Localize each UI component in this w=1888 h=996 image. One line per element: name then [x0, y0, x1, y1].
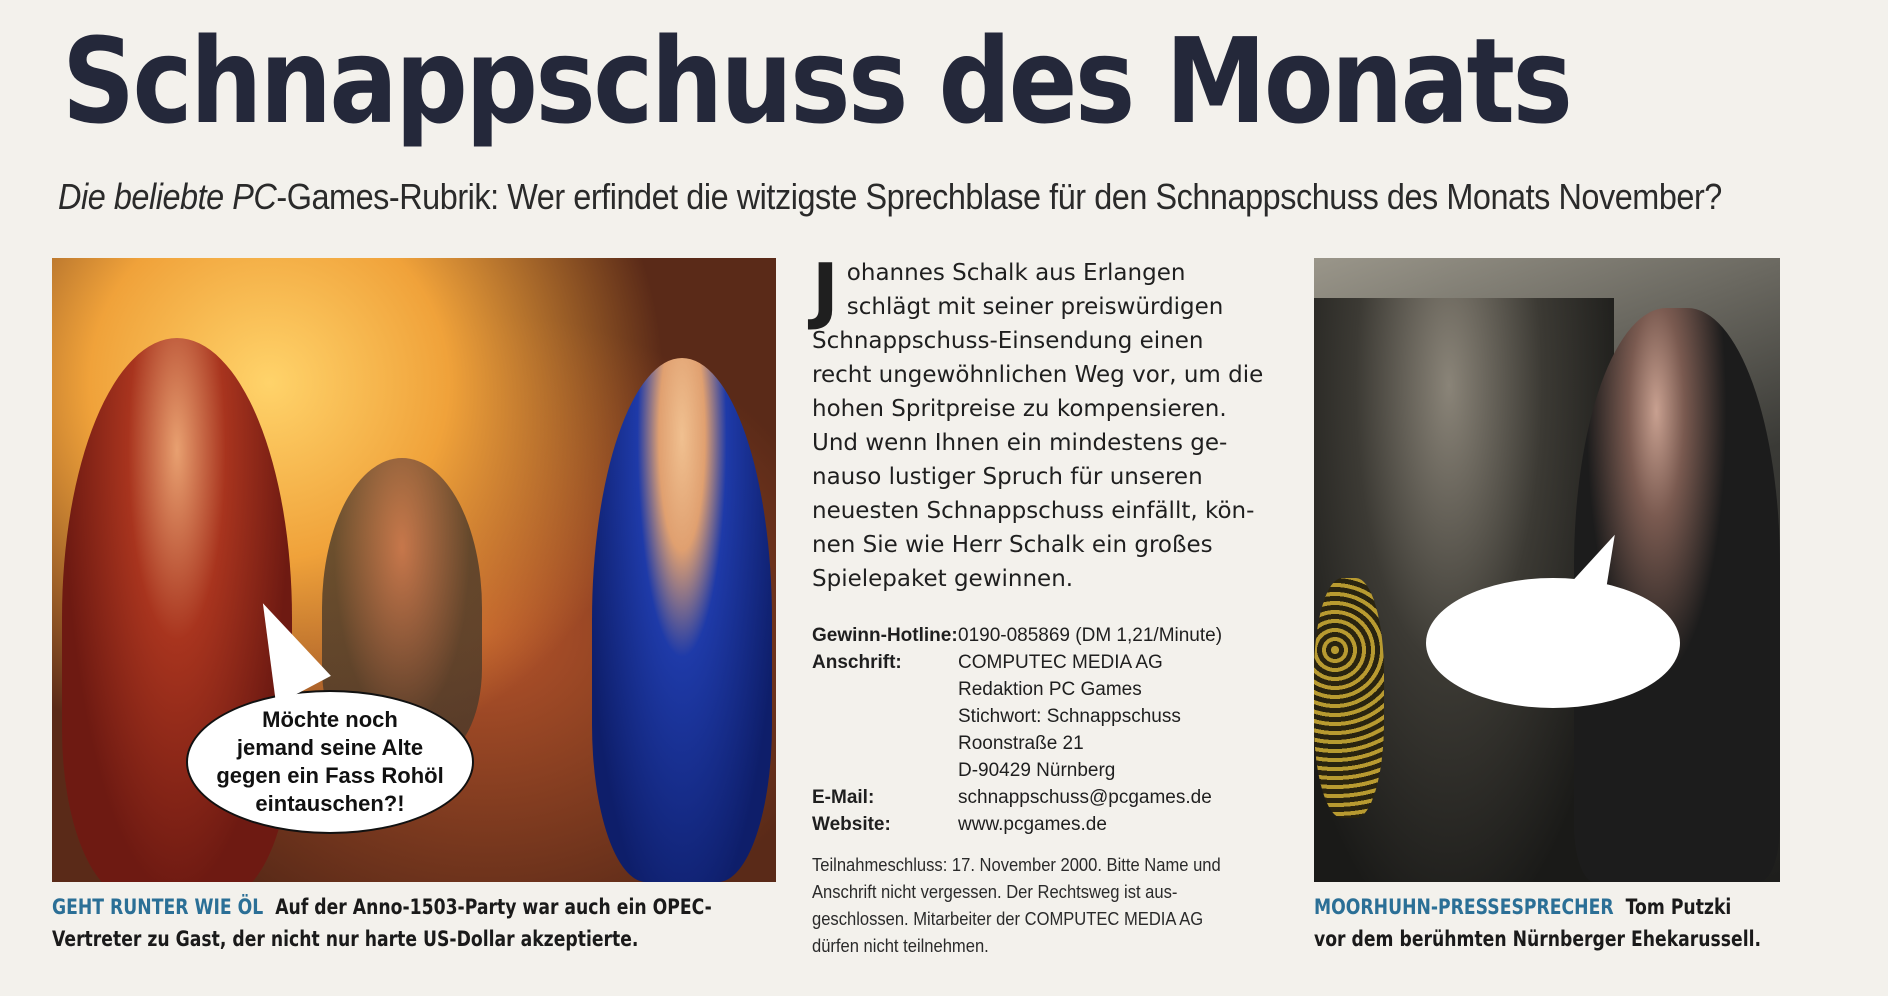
page-title: Schnappschuss des Monats [62, 12, 1573, 150]
address-value: COMPUTEC MEDIA AG Redaktion PC Games Sti… [958, 652, 1181, 781]
website-label: Website: [812, 814, 891, 835]
statue-photo [1314, 258, 1780, 882]
caption-text-right-1: Tom Putzki [1625, 895, 1732, 919]
article-text: ohannes Schalk aus Erlangen schlägt mit … [812, 260, 1264, 592]
speech-bubble-left: Möchte noch jemand seine Alte gegen ein … [186, 690, 474, 834]
caption-kicker-left: GEHT RUNTER WIE ÖL [52, 895, 264, 919]
website-value[interactable]: www.pcgames.de [958, 811, 1107, 838]
caption-right-line2: vor dem berühmten Nürnberger Ehekarussel… [1314, 927, 1762, 951]
info-hotline: Gewinn-Hotline: 0190-085869 (DM 1,21/Min… [812, 622, 1282, 649]
dropcap: J [812, 248, 839, 332]
email-label: E-Mail: [812, 787, 875, 808]
photo-person-right [592, 358, 772, 882]
address-label: Anschrift: [812, 652, 902, 673]
subtitle-rest: -Games-Rubrik: Wer erfindet die witzigst… [276, 176, 1722, 217]
photo-pattern [1314, 578, 1384, 818]
hotline-label: Gewinn-Hotline: [812, 625, 958, 646]
subtitle-italic: Die beliebte PC [58, 176, 277, 217]
caption-left-line1: GEHT RUNTER WIE ÖL Auf der Anno-1503-Par… [52, 892, 712, 922]
caption-kicker-right: MOORHUHN-PRESSESPRECHER [1314, 895, 1614, 919]
article-body: J ohannes Schalk aus Erlangen schlägt mi… [812, 248, 1282, 596]
caption-right-line1: MOORHUHN-PRESSESPRECHER Tom Putzki [1314, 892, 1731, 922]
caption-left-line2: Vertreter zu Gast, der nicht nur harte U… [52, 927, 639, 951]
fineprint: Teilnahmeschluss: 17. November 2000. Bit… [812, 855, 1221, 956]
info-address: Anschrift: COMPUTEC MEDIA AG Redaktion P… [812, 649, 1282, 784]
info-email: E-Mail: schnappschuss@pcgames.de [812, 784, 1282, 811]
email-value[interactable]: schnappschuss@pcgames.de [958, 784, 1212, 811]
page-subtitle: Die beliebte PC-Games-Rubrik: Wer erfind… [58, 176, 1722, 218]
info-website: Website: www.pcgames.de [812, 811, 1282, 838]
hotline-value: 0190-085869 (DM 1,21/Minute) [958, 625, 1223, 646]
contact-info: Gewinn-Hotline: 0190-085869 (DM 1,21/Min… [812, 622, 1282, 838]
speech-bubble-right-empty [1426, 578, 1680, 708]
caption-text-left-1: Auf der Anno-1503-Party war auch ein OPE… [275, 895, 712, 919]
